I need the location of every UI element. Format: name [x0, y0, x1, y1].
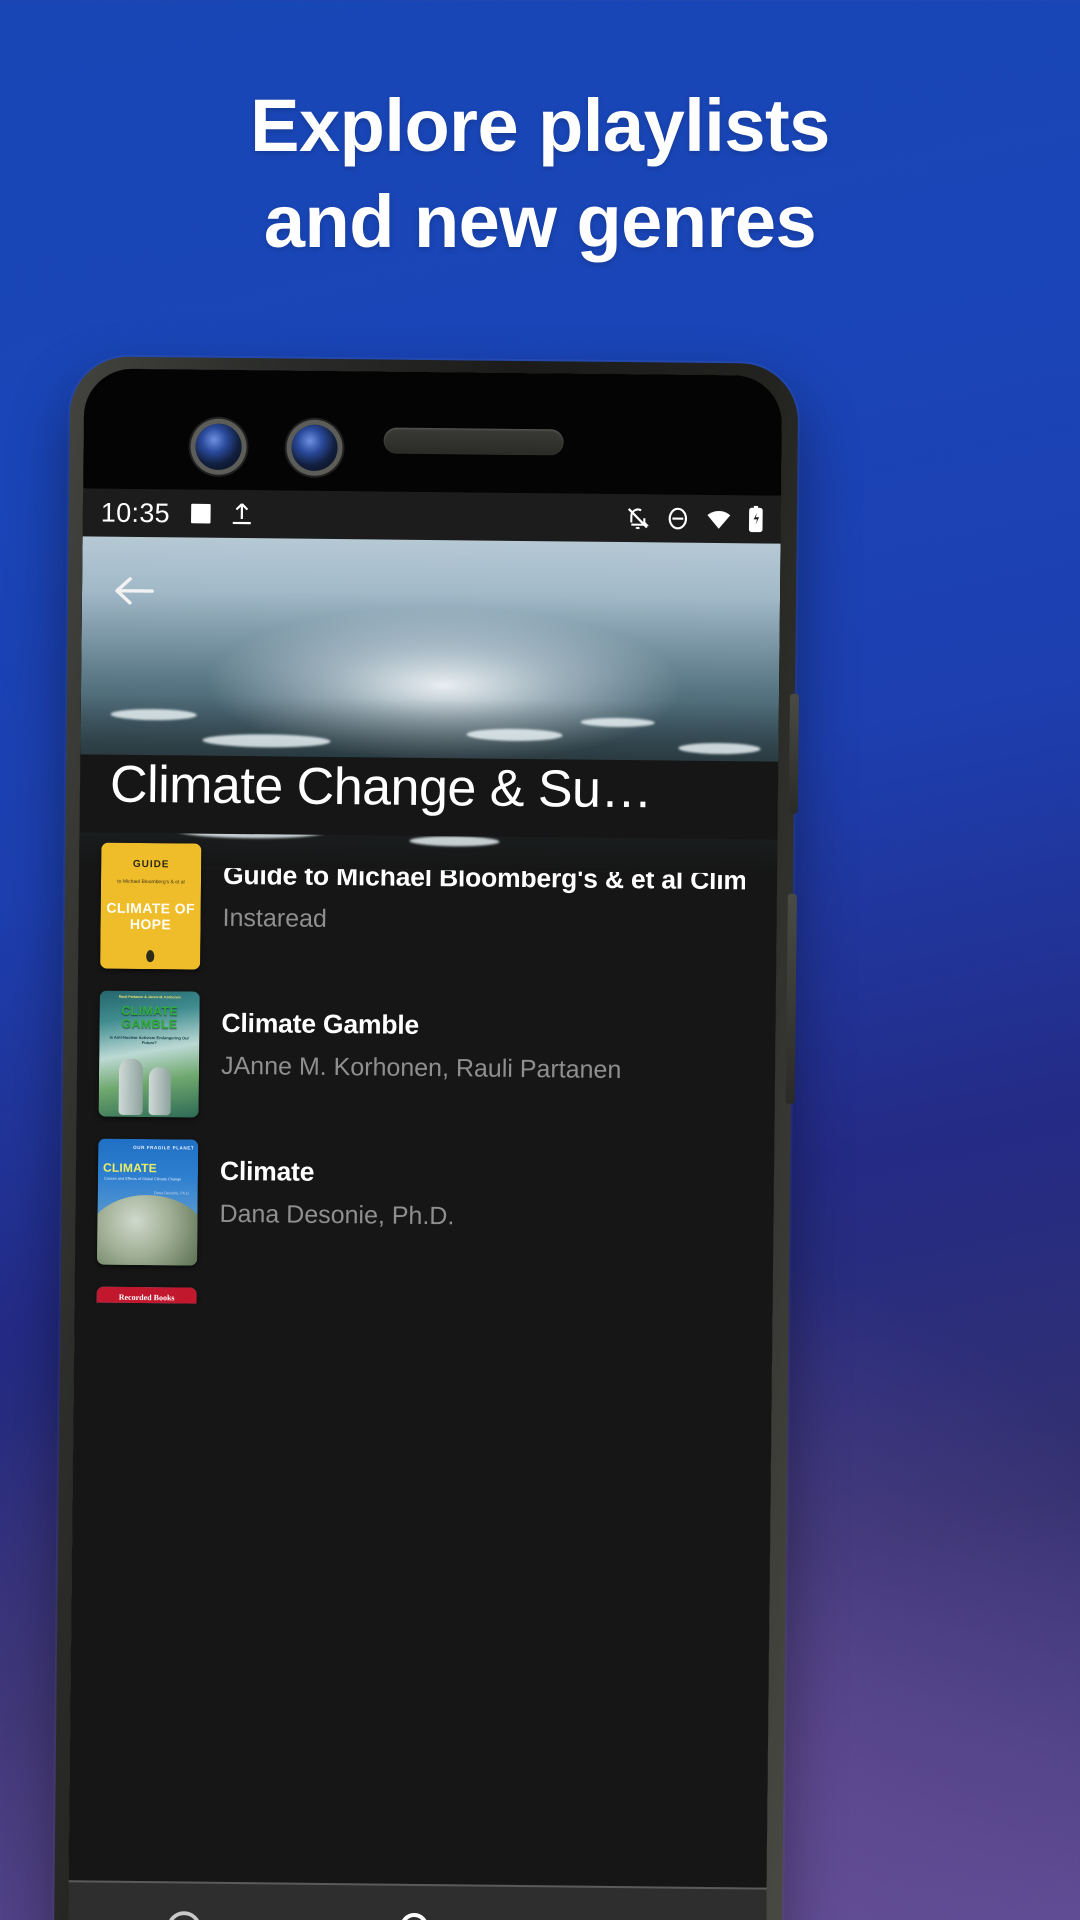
status-bar: 10:35: [82, 488, 782, 544]
back-arrow-icon: [112, 571, 156, 614]
promo-line-1: Explore playlists: [250, 84, 830, 167]
image-icon: [188, 500, 214, 526]
headphones-icon: [161, 1905, 208, 1920]
globe-graphic: [96, 1194, 199, 1266]
book-title: Climate Casino, The: [218, 1304, 740, 1310]
book-cover: OUR FRAGILE PLANET CLIMATE Causes and Ef…: [96, 1138, 199, 1266]
promo-line-2: and new genres: [263, 180, 817, 264]
back-button[interactable]: [108, 567, 161, 620]
cover-author-line: Dana Desonie, Ph.D.: [154, 1191, 190, 1196]
battery-charging-icon: [747, 505, 765, 533]
bottom-navigation-bar: [67, 1880, 767, 1920]
cover-line-1: CLIMATE: [102, 1160, 157, 1176]
list-item[interactable]: Rauli Partanen & JAnne M. Korhonen CLIMA…: [76, 980, 776, 1135]
app-screen: 10:35 Climate Change & Su… GUIDE to Mich…: [67, 488, 782, 1920]
promo-headline: Explore playlists and new genres: [0, 78, 1080, 270]
book-list[interactable]: GUIDE to Michael Bloomberg's & et al CLI…: [74, 832, 778, 1310]
book-cover: Recorded Books The Climate Casino Risk, …: [95, 1286, 197, 1310]
cover-line-3: CLIMATE OF HOPE: [106, 899, 196, 933]
volume-button[interactable]: [785, 893, 797, 1104]
status-time: 10:35: [100, 497, 171, 528]
cover-top-line: OUR FRAGILE PLANET: [133, 1144, 195, 1151]
power-button[interactable]: [788, 693, 800, 814]
search-icon: [394, 1907, 441, 1920]
cover-line-2: Is Anti-Nuclear Activism Endangering Our…: [109, 1034, 190, 1046]
upload-icon: [230, 501, 254, 527]
book-title: Climate: [219, 1155, 315, 1187]
nav-item-favorites[interactable]: [533, 1909, 766, 1920]
phone-screen-bezel: 10:35 Climate Change & Su… GUIDE to Mich…: [67, 368, 783, 1920]
cover-top-line: Rauli Partanen & JAnne M. Korhonen: [118, 994, 181, 1000]
cover-line-1: GUIDE: [132, 858, 170, 871]
playlist-title-block: Climate Change & Su…: [79, 754, 779, 840]
list-item[interactable]: OUR FRAGILE PLANET CLIMATE Causes and Ef…: [75, 1128, 775, 1283]
book-cover: Rauli Partanen & JAnne M. Korhonen CLIMA…: [98, 990, 200, 1118]
notifications-off-icon: [625, 505, 651, 531]
do-not-disturb-icon: [665, 505, 691, 531]
cover-publisher-banner: Recorded Books: [96, 1286, 197, 1308]
book-cover: GUIDE to Michael Bloomberg's & et al CLI…: [100, 842, 202, 970]
notch-area: [83, 368, 783, 496]
book-author: Dana Desonie, Ph.D.: [219, 1199, 455, 1231]
front-camera-secondary-icon: [291, 424, 338, 472]
phone-mockup: 10:35 Climate Change & Su… GUIDE to Mich…: [53, 356, 800, 1920]
book-author: Instaread: [222, 903, 328, 933]
nav-item-library[interactable]: [68, 1904, 301, 1920]
publisher-logo-icon: [146, 950, 155, 963]
book-title: Climate Gamble: [221, 1007, 420, 1040]
page-title: Climate Change & Su…: [109, 755, 653, 820]
cover-line-2: to Michael Bloomberg's & et al: [117, 878, 185, 886]
cover-line-2: Causes and Effects of Global Climate Cha…: [103, 1176, 182, 1182]
nav-item-search[interactable]: [300, 1906, 533, 1920]
earpiece-speaker: [383, 427, 564, 456]
front-camera-icon: [195, 423, 242, 471]
wifi-icon: [705, 506, 733, 532]
cover-line-1: CLIMATE GAMBLE: [121, 1003, 179, 1031]
heart-icon: [626, 1910, 673, 1920]
book-author: JAnne M. Korhonen, Rauli Partanen: [220, 1051, 622, 1085]
